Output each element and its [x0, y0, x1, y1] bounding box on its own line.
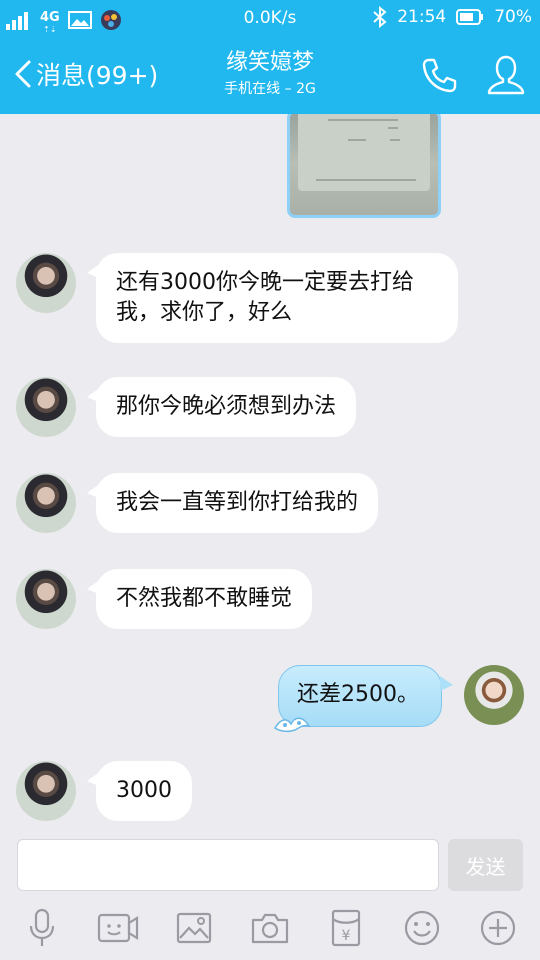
chat-header: 消息(99+) 缘笑嬑梦 手机在线 – 2G — [0, 36, 540, 114]
bubble-wave-decoration — [273, 717, 311, 733]
message-input[interactable] — [17, 839, 439, 891]
contact-name: 缘笑嬑梦 — [225, 50, 314, 75]
contact-avatar[interactable] — [16, 377, 76, 437]
emoji-button[interactable] — [400, 908, 444, 948]
camera-icon — [251, 913, 289, 944]
receipt-line — [328, 119, 398, 121]
contact-avatar[interactable] — [16, 253, 76, 313]
svg-text:¥: ¥ — [342, 928, 351, 944]
red-packet-icon: ¥ — [331, 909, 361, 947]
person-icon — [487, 55, 525, 95]
receipt-line — [388, 127, 398, 129]
contact-status: 手机在线 – 2G — [224, 81, 316, 97]
message-list[interactable]: 还有3000你今晚一定要去打给我，求你了，好么 那你今晚必须想到办法 我会一直等… — [0, 114, 540, 836]
receipt-paper — [298, 114, 430, 191]
contact-title[interactable]: 缘笑嬑梦 手机在线 – 2G — [0, 48, 540, 99]
message-text: 那你今晚必须想到办法 — [116, 394, 337, 419]
message-bubble-incoming[interactable]: 我会一直等到你打给我的 — [86, 473, 379, 533]
receipt-line — [390, 139, 400, 141]
camera-button[interactable] — [248, 908, 292, 948]
bluetooth-icon — [373, 6, 387, 28]
call-button[interactable] — [420, 56, 458, 98]
message-bubble-incoming[interactable]: 不然我都不敢睡觉 — [86, 569, 313, 629]
message-text: 3000 — [116, 778, 172, 803]
message-text: 还有3000你今晚一定要去打给我，求你了，好么 — [116, 270, 414, 325]
message-bubble-incoming[interactable]: 还有3000你今晚一定要去打给我，求你了，好么 — [87, 253, 458, 343]
battery-icon — [456, 9, 484, 25]
profile-button[interactable] — [486, 54, 526, 100]
image-icon — [176, 912, 212, 944]
message-bubble-incoming[interactable]: 那你今晚必须想到办法 — [86, 377, 357, 437]
plus-icon — [480, 910, 516, 946]
phone-icon — [422, 58, 457, 93]
emoji-icon — [404, 910, 440, 946]
contact-avatar[interactable] — [16, 473, 76, 533]
video-button[interactable] — [96, 908, 140, 948]
input-toolbar: ¥ — [0, 896, 540, 960]
status-bar: 4G ⇡⇣ 0.0K/s 21:54 70% — [0, 0, 540, 36]
send-button[interactable]: 发送 — [448, 839, 523, 891]
image-button[interactable] — [172, 908, 216, 948]
microphone-icon — [29, 908, 55, 946]
message-bubble-outgoing[interactable]: 还差2500。 — [273, 665, 453, 733]
message-bubble-incoming[interactable]: 3000 — [87, 761, 192, 821]
message-text: 还差2500。 — [297, 682, 419, 707]
composer: 发送 — [0, 836, 540, 896]
red-packet-button[interactable]: ¥ — [324, 908, 368, 948]
contact-avatar[interactable] — [16, 569, 76, 629]
status-right: 21:54 70% — [373, 6, 532, 28]
receipt-line — [348, 139, 366, 141]
video-icon — [97, 913, 139, 943]
battery-level: 70% — [494, 7, 532, 27]
message-text: 我会一直等到你打给我的 — [116, 490, 359, 515]
message-text: 不然我都不敢睡觉 — [116, 586, 293, 611]
receipt-line — [316, 179, 416, 181]
shared-receipt-image[interactable] — [287, 114, 441, 218]
clock: 21:54 — [397, 7, 447, 27]
contact-avatar[interactable] — [16, 761, 76, 821]
chat-screen: 4G ⇡⇣ 0.0K/s 21:54 70% 消息(99+) 缘笑嬑梦 手机在线… — [0, 0, 540, 960]
more-button[interactable] — [476, 908, 520, 948]
my-avatar[interactable] — [464, 665, 524, 725]
voice-button[interactable] — [20, 908, 64, 948]
